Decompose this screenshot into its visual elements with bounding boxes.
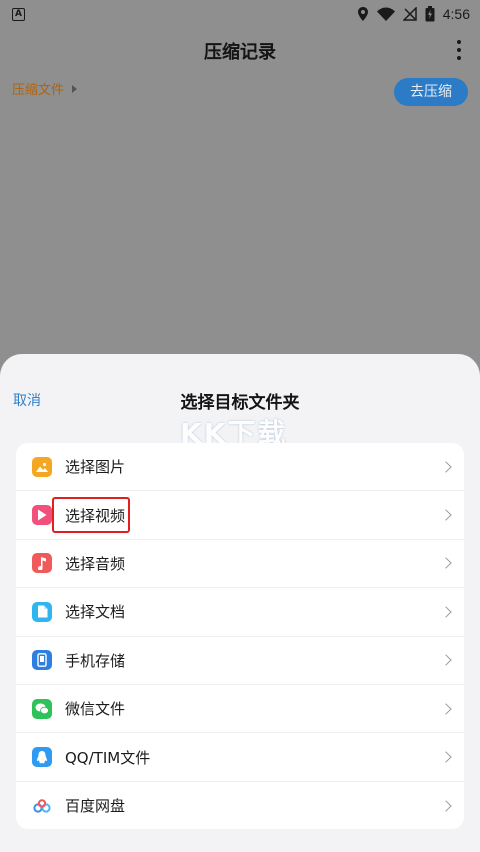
chevron-right-icon xyxy=(440,751,452,763)
list-item-label: QQ/TIM文件 xyxy=(65,748,151,767)
list-item-label: 微信文件 xyxy=(65,700,126,719)
list-item-select-video[interactable]: 选择视频 xyxy=(16,491,464,540)
battery-charging-icon xyxy=(425,6,435,22)
location-icon xyxy=(357,7,368,21)
no-signal-icon xyxy=(402,7,417,21)
page-title: 压缩记录 xyxy=(204,42,276,63)
list-item-label: 百度网盘 xyxy=(65,797,126,816)
sheet-header: 取消 选择目标文件夹 KK下载 www.kkx.net xyxy=(0,354,480,456)
go-compress-button[interactable]: 去压缩 xyxy=(394,78,468,106)
list-item-label: 选择图片 xyxy=(65,458,126,477)
status-time: 4:56 xyxy=(442,6,470,22)
video-icon xyxy=(32,505,52,526)
chevron-right-icon xyxy=(440,461,452,473)
list-item-label: 手机存储 xyxy=(65,651,126,670)
app-notification-icon: A xyxy=(12,7,25,21)
highlight-annotation xyxy=(52,497,130,534)
qq-icon xyxy=(32,747,52,768)
chevron-right-icon xyxy=(440,606,452,618)
status-bar: A 4:56 xyxy=(0,0,480,28)
breadcrumb-item-compressed-files[interactable]: 压缩文件 xyxy=(12,79,64,98)
list-item-select-image[interactable]: 选择图片 xyxy=(16,443,464,492)
list-item-baidu-netdisk[interactable]: 百度网盘 xyxy=(16,782,464,829)
list-item-qq-tim-files[interactable]: QQ/TIM文件 xyxy=(16,733,464,782)
app-bar: 压缩记录 xyxy=(0,28,480,72)
sheet-title: 选择目标文件夹 xyxy=(180,393,300,413)
baidu-netdisk-icon xyxy=(32,796,52,816)
list-item-select-audio[interactable]: 选择音频 xyxy=(16,540,464,589)
breadcrumb-arrow-icon xyxy=(72,84,78,93)
wifi-icon xyxy=(376,7,395,21)
chevron-right-icon xyxy=(440,557,452,570)
wechat-icon xyxy=(32,698,52,719)
chevron-right-icon xyxy=(440,702,452,715)
list-item-wechat-files[interactable]: 微信文件 xyxy=(16,685,464,734)
document-icon xyxy=(32,601,52,622)
music-icon xyxy=(32,553,52,574)
breadcrumb: 压缩文件 xyxy=(12,79,78,98)
chevron-right-icon xyxy=(440,654,452,666)
list-item-label: 选择音频 xyxy=(65,554,126,573)
more-options-icon[interactable] xyxy=(456,40,462,60)
chevron-right-icon xyxy=(440,800,452,812)
folder-list: 选择图片 选择视频 选择音频 选择文档 手机存储 微信文件 QQ/TIM文件 百… xyxy=(16,443,464,829)
status-indicators: 4:56 xyxy=(357,6,470,22)
phone-storage-icon xyxy=(32,650,52,671)
list-item-phone-storage[interactable]: 手机存储 xyxy=(16,637,464,685)
image-icon xyxy=(32,456,52,477)
list-item-label: 选择文档 xyxy=(65,603,126,622)
chevron-right-icon xyxy=(440,509,452,521)
select-folder-sheet: 取消 选择目标文件夹 KK下载 www.kkx.net 选择图片 选择视频 xyxy=(0,354,480,852)
list-item-select-document[interactable]: 选择文档 xyxy=(16,588,464,637)
